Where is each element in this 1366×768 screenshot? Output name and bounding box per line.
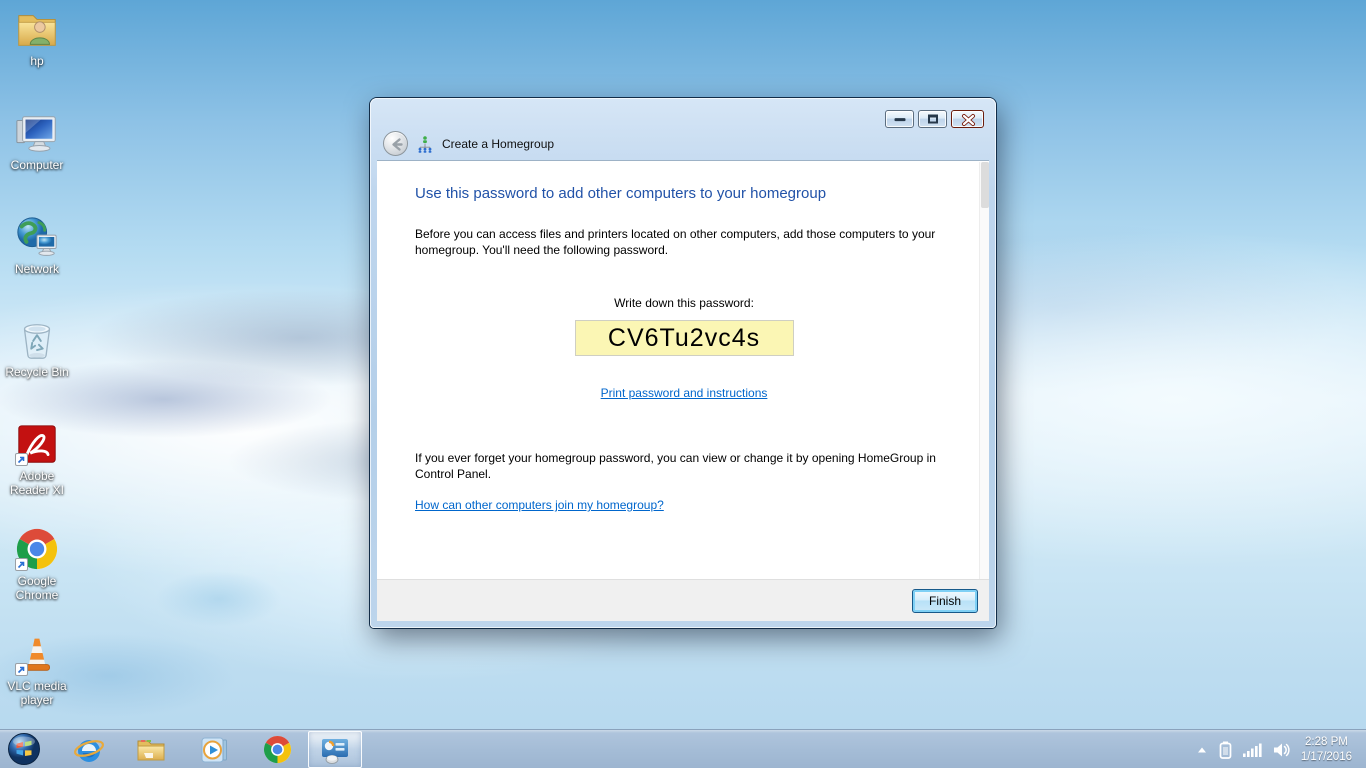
network-icon — [14, 214, 60, 260]
desktop-icon-label: VLC media player — [2, 679, 72, 707]
desktop-icon-label: Computer — [2, 158, 72, 172]
wizard-footer: Finish — [377, 579, 989, 621]
wizard-nav-row: Create a Homegroup — [383, 131, 554, 156]
page-title: Use this password to add other computers… — [415, 185, 953, 202]
desktop-icon-chrome[interactable]: Google Chrome — [2, 526, 72, 602]
desktop-icon-hp[interactable]: hp — [2, 6, 72, 68]
back-arrow-icon — [384, 132, 409, 157]
desktop-icon-computer[interactable]: Computer — [2, 110, 72, 172]
tray-clock[interactable]: 2:28 PM 1/17/2016 — [1301, 735, 1352, 765]
homegroup-password-value: CV6Tu2vc4s — [575, 320, 794, 356]
battery-icon[interactable] — [1218, 740, 1233, 760]
system-tray: 2:28 PM 1/17/2016 — [1195, 730, 1366, 768]
tray-date: 1/17/2016 — [1301, 750, 1352, 765]
desktop-icon-recycle-bin[interactable]: Recycle Bin — [2, 317, 72, 379]
minimize-button[interactable] — [885, 110, 914, 128]
folder-icon — [135, 734, 167, 766]
taskbar-chrome[interactable] — [250, 730, 304, 768]
close-button[interactable] — [951, 110, 984, 128]
chrome-icon — [14, 526, 60, 572]
join-homegroup-help-link[interactable]: How can other computers join my homegrou… — [415, 498, 664, 512]
desktop-icon-network[interactable]: Network — [2, 214, 72, 276]
scrollbar-thumb[interactable] — [981, 162, 989, 208]
volume-icon[interactable] — [1272, 740, 1292, 760]
taskbar-internet-explorer[interactable] — [62, 730, 116, 768]
shortcut-arrow-icon — [15, 558, 28, 571]
homegroup-icon — [416, 135, 434, 153]
homegroup-wizard-window: Create a Homegroup Use this password to … — [370, 98, 996, 628]
user-folder-icon — [14, 6, 60, 52]
desktop-icon-adobe-reader[interactable]: Adobe Reader XI — [2, 421, 72, 497]
taskbar-homegroup-window-active[interactable] — [308, 731, 362, 768]
computer-icon — [14, 110, 60, 156]
internet-explorer-icon — [73, 734, 105, 766]
adobe-reader-icon — [14, 421, 60, 467]
desktop-icon-label: Google Chrome — [2, 574, 72, 602]
finish-button[interactable]: Finish — [912, 589, 978, 613]
back-button[interactable] — [383, 131, 408, 156]
maximize-button[interactable] — [918, 110, 947, 128]
shortcut-arrow-icon — [15, 453, 28, 466]
network-signal-icon[interactable] — [1242, 740, 1263, 760]
start-button[interactable] — [7, 732, 41, 766]
recycle-bin-icon — [14, 317, 60, 363]
tray-time: 2:28 PM — [1301, 735, 1352, 750]
forget-password-text: If you ever forget your homegroup passwo… — [415, 450, 949, 482]
vlc-cone-icon — [14, 631, 60, 677]
tray-show-hidden-icon[interactable] — [1195, 743, 1209, 757]
password-section: Write down this password: CV6Tu2vc4s Pri… — [415, 296, 953, 402]
password-label: Write down this password: — [415, 296, 953, 310]
shortcut-arrow-icon — [15, 663, 28, 676]
taskbar: 2:28 PM 1/17/2016 — [0, 729, 1366, 768]
desktop-icon-vlc[interactable]: VLC media player — [2, 631, 72, 707]
control-panel-icon — [319, 734, 351, 766]
maximize-icon — [928, 115, 938, 124]
desktop-icon-label: Adobe Reader XI — [2, 469, 72, 497]
window-title: Create a Homegroup — [442, 137, 554, 151]
taskbar-media-player[interactable] — [187, 730, 241, 768]
window-caption-buttons — [885, 110, 984, 128]
scrollbar[interactable] — [979, 162, 989, 580]
taskbar-windows-explorer[interactable] — [124, 730, 178, 768]
wizard-content: Use this password to add other computers… — [377, 160, 989, 579]
chrome-icon — [262, 734, 293, 765]
desktop: hp Computer — [0, 0, 1366, 768]
desktop-icon-label: Recycle Bin — [2, 365, 72, 379]
minimize-icon — [894, 118, 905, 121]
print-password-link[interactable]: Print password and instructions — [601, 386, 768, 400]
intro-text: Before you can access files and printers… — [415, 226, 949, 258]
desktop-icon-label: Network — [2, 262, 72, 276]
close-icon — [952, 111, 985, 129]
desktop-icon-label: hp — [2, 54, 72, 68]
media-player-icon — [198, 734, 230, 766]
